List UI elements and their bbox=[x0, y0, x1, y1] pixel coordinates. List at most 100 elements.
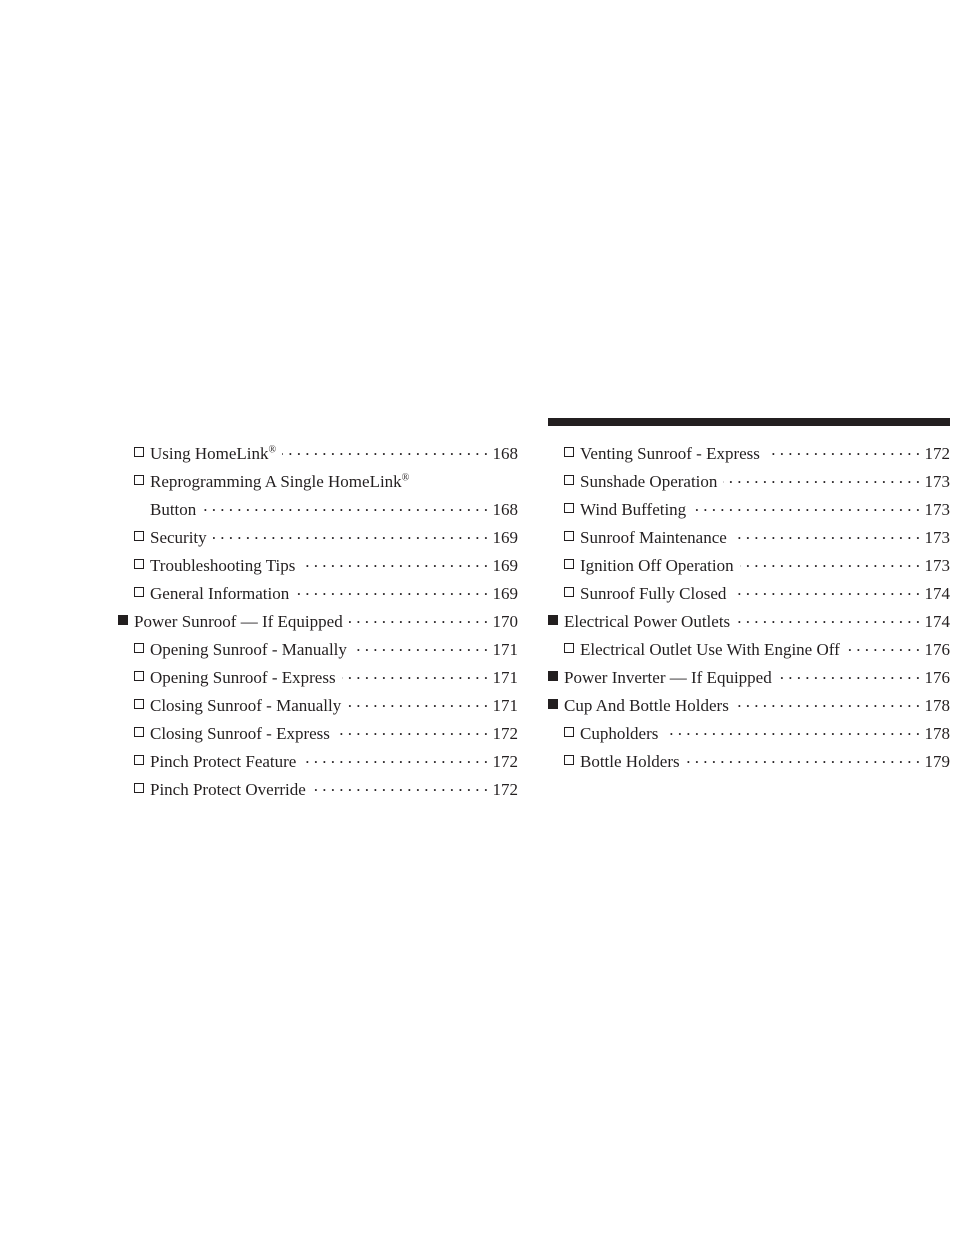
toc-entry-label: Cupholders bbox=[580, 724, 659, 743]
leader-dots bbox=[347, 694, 488, 711]
toc-entry-label: Reprogramming A Single HomeLink® bbox=[150, 468, 415, 496]
toc-entry-label-continued: Button bbox=[150, 500, 197, 519]
toc-entry[interactable]: Power Sunroof — If Equipped 170 bbox=[118, 608, 518, 636]
toc-entry[interactable]: Cup And Bottle Holders 178 bbox=[548, 692, 950, 720]
toc-entry[interactable]: Wind Buffeting 173 bbox=[564, 496, 950, 524]
toc-page-number: 178 bbox=[924, 696, 951, 715]
toc-entry-label: Power Inverter — If Equipped bbox=[564, 668, 772, 687]
toc-entry[interactable]: General Information 169 bbox=[134, 580, 518, 608]
toc-page-number: 176 bbox=[924, 640, 951, 659]
filled-square-bullet-icon bbox=[548, 608, 564, 636]
toc-page-number: 172 bbox=[492, 724, 519, 743]
hollow-square-bullet-icon bbox=[564, 720, 580, 748]
toc-entry[interactable]: Pinch Protect Override 172 bbox=[134, 776, 518, 804]
toc-entry-label: Electrical Power Outlets bbox=[564, 612, 731, 631]
leader-dots bbox=[846, 638, 920, 655]
toc-entry[interactable]: Troubleshooting Tips 169 bbox=[134, 552, 518, 580]
hollow-square-bullet-icon bbox=[564, 580, 580, 608]
toc-page-number: 173 bbox=[924, 472, 951, 491]
hollow-square-bullet-icon bbox=[564, 440, 580, 468]
toc-entry[interactable]: Pinch Protect Feature 172 bbox=[134, 748, 518, 776]
toc-entry-label-text: Reprogramming A Single HomeLink bbox=[150, 472, 402, 491]
toc-entry-label: Wind Buffeting bbox=[580, 500, 687, 519]
toc-entry-label: Closing Sunroof - Express bbox=[150, 724, 330, 743]
leader-dots bbox=[301, 554, 488, 571]
toc-entry-label-text: Using HomeLink bbox=[150, 444, 269, 463]
leader-dots bbox=[342, 666, 488, 683]
leader-dots bbox=[213, 526, 488, 543]
toc-entry[interactable]: Reprogramming A Single HomeLink® Button 16… bbox=[134, 468, 518, 524]
toc-entry[interactable]: Closing Sunroof - Manually 171 bbox=[134, 692, 518, 720]
column-header-rule bbox=[548, 418, 950, 426]
leader-dots bbox=[732, 582, 920, 599]
toc-column-left: Using HomeLink®168Reprogramming A Single… bbox=[118, 418, 518, 804]
toc-entry[interactable]: Cupholders 178 bbox=[564, 720, 950, 748]
toc-page-number: 169 bbox=[492, 584, 519, 603]
toc-entry[interactable]: Security 169 bbox=[134, 524, 518, 552]
toc-entry-label: Opening Sunroof - Manually bbox=[150, 640, 347, 659]
leader-dots bbox=[302, 750, 488, 767]
leader-dots bbox=[692, 498, 920, 515]
hollow-square-bullet-icon bbox=[134, 636, 150, 664]
toc-entry-label: Sunshade Operation bbox=[580, 472, 718, 491]
hollow-square-bullet-icon bbox=[134, 468, 150, 496]
leader-dots bbox=[664, 722, 920, 739]
leader-dots bbox=[686, 750, 920, 767]
toc-page-number: 171 bbox=[492, 668, 519, 687]
toc-page-number: 173 bbox=[924, 528, 951, 547]
hollow-square-bullet-icon bbox=[564, 636, 580, 664]
hollow-square-bullet-icon bbox=[134, 720, 150, 748]
leader-dots bbox=[202, 498, 488, 515]
toc-page-number: 174 bbox=[924, 584, 951, 603]
leader-dots bbox=[766, 442, 920, 459]
toc-page-number: 172 bbox=[924, 444, 951, 463]
toc-entry[interactable]: Opening Sunroof - Express 171 bbox=[134, 664, 518, 692]
toc-entry[interactable]: Venting Sunroof - Express 172 bbox=[564, 440, 950, 468]
registered-trademark-icon: ® bbox=[401, 472, 410, 484]
toc-entry-label: Sunroof Fully Closed bbox=[580, 584, 727, 603]
toc-entry-label: Power Sunroof — If Equipped bbox=[134, 612, 343, 631]
toc-entry[interactable]: Sunroof Maintenance 173 bbox=[564, 524, 950, 552]
toc-entry[interactable]: Opening Sunroof - Manually 171 bbox=[134, 636, 518, 664]
hollow-square-bullet-icon bbox=[134, 776, 150, 804]
toc-entry-line: Reprogramming A Single HomeLink® bbox=[134, 468, 518, 496]
toc-entry-label: Cup And Bottle Holders bbox=[564, 696, 729, 715]
toc-entry[interactable]: Closing Sunroof - Express 172 bbox=[134, 720, 518, 748]
toc-entry[interactable]: Using HomeLink® 168 bbox=[134, 440, 518, 468]
toc-entry-label: General Information bbox=[150, 584, 290, 603]
toc-columns: Using HomeLink®168Reprogramming A Single… bbox=[0, 418, 954, 804]
hollow-square-bullet-icon bbox=[134, 748, 150, 776]
leader-dots bbox=[336, 722, 488, 739]
toc-page-number: 173 bbox=[924, 556, 951, 575]
hollow-square-bullet-icon bbox=[134, 524, 150, 552]
toc-entry-label: Venting Sunroof - Express bbox=[580, 444, 760, 463]
toc-entry[interactable]: Sunroof Fully Closed 174 bbox=[564, 580, 950, 608]
hollow-square-bullet-icon bbox=[564, 748, 580, 776]
toc-entry-label: Opening Sunroof - Express bbox=[150, 668, 336, 687]
toc-entry-label: Ignition Off Operation bbox=[580, 556, 734, 575]
leader-dots bbox=[733, 526, 920, 543]
toc-entry[interactable]: Electrical Outlet Use With Engine Off 176 bbox=[564, 636, 950, 664]
hollow-square-bullet-icon bbox=[564, 496, 580, 524]
toc-page-number: 171 bbox=[492, 640, 519, 659]
filled-square-bullet-icon bbox=[118, 608, 134, 636]
toc-entry[interactable]: Sunshade Operation 173 bbox=[564, 468, 950, 496]
toc-entry[interactable]: Electrical Power Outlets 174 bbox=[548, 608, 950, 636]
leader-dots bbox=[736, 610, 920, 627]
toc-entry-label: Using HomeLink® bbox=[150, 440, 282, 468]
table-of-contents-page: Using HomeLink®168Reprogramming A Single… bbox=[0, 0, 954, 1235]
toc-entry[interactable]: Bottle Holders 179 bbox=[564, 748, 950, 776]
leader-dots bbox=[723, 470, 920, 487]
hollow-square-bullet-icon bbox=[564, 468, 580, 496]
toc-entry-line-continued: Button 168 bbox=[150, 496, 518, 524]
leader-dots bbox=[735, 694, 920, 711]
toc-entry[interactable]: Power Inverter — If Equipped 176 bbox=[548, 664, 950, 692]
toc-entry[interactable]: Ignition Off Operation 173 bbox=[564, 552, 950, 580]
toc-page-number: 171 bbox=[492, 696, 519, 715]
leader-dots bbox=[740, 554, 920, 571]
toc-column-right: Venting Sunroof - Express 172 Sunshade Ope… bbox=[548, 418, 950, 776]
toc-page-number: 176 bbox=[924, 668, 951, 687]
hollow-square-bullet-icon bbox=[134, 552, 150, 580]
toc-entry-label: Bottle Holders bbox=[580, 752, 680, 771]
hollow-square-bullet-icon bbox=[134, 692, 150, 720]
